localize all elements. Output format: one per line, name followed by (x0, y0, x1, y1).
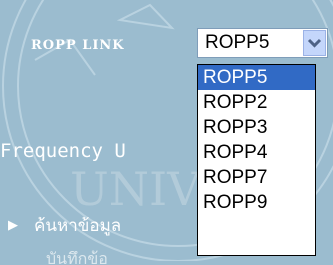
ropp-option[interactable]: ROPP4 (198, 140, 315, 165)
nav-link-label: ค้นหาข้อมูล (34, 216, 122, 236)
nav-link-partial[interactable]: บันทึกข้อ (46, 247, 132, 265)
bullet-arrow-icon: ▶ (8, 218, 18, 233)
ropp-option[interactable]: ROPP2 (198, 90, 315, 115)
section-title: Frequency U (0, 140, 126, 162)
dropdown-button[interactable] (303, 30, 326, 56)
chevron-down-icon (307, 38, 322, 48)
ropp-option[interactable]: ROPP3 (198, 115, 315, 140)
ropp-select-value: ROPP5 (205, 32, 270, 53)
ropp-dropdown-list[interactable]: ROPP5 ROPP2 ROPP3 ROPP4 ROPP7 ROPP9 (197, 64, 316, 256)
ropp-option[interactable]: ROPP9 (198, 190, 315, 215)
ropp-link-label: ROPP LINK (31, 38, 125, 53)
ropp-option-selected[interactable]: ROPP5 (198, 65, 315, 90)
ropp-select[interactable]: ROPP5 (197, 28, 328, 58)
ropp-option[interactable]: ROPP7 (198, 165, 315, 190)
nav-link-search[interactable]: ▶ ค้นหาข้อมูล (8, 212, 121, 239)
